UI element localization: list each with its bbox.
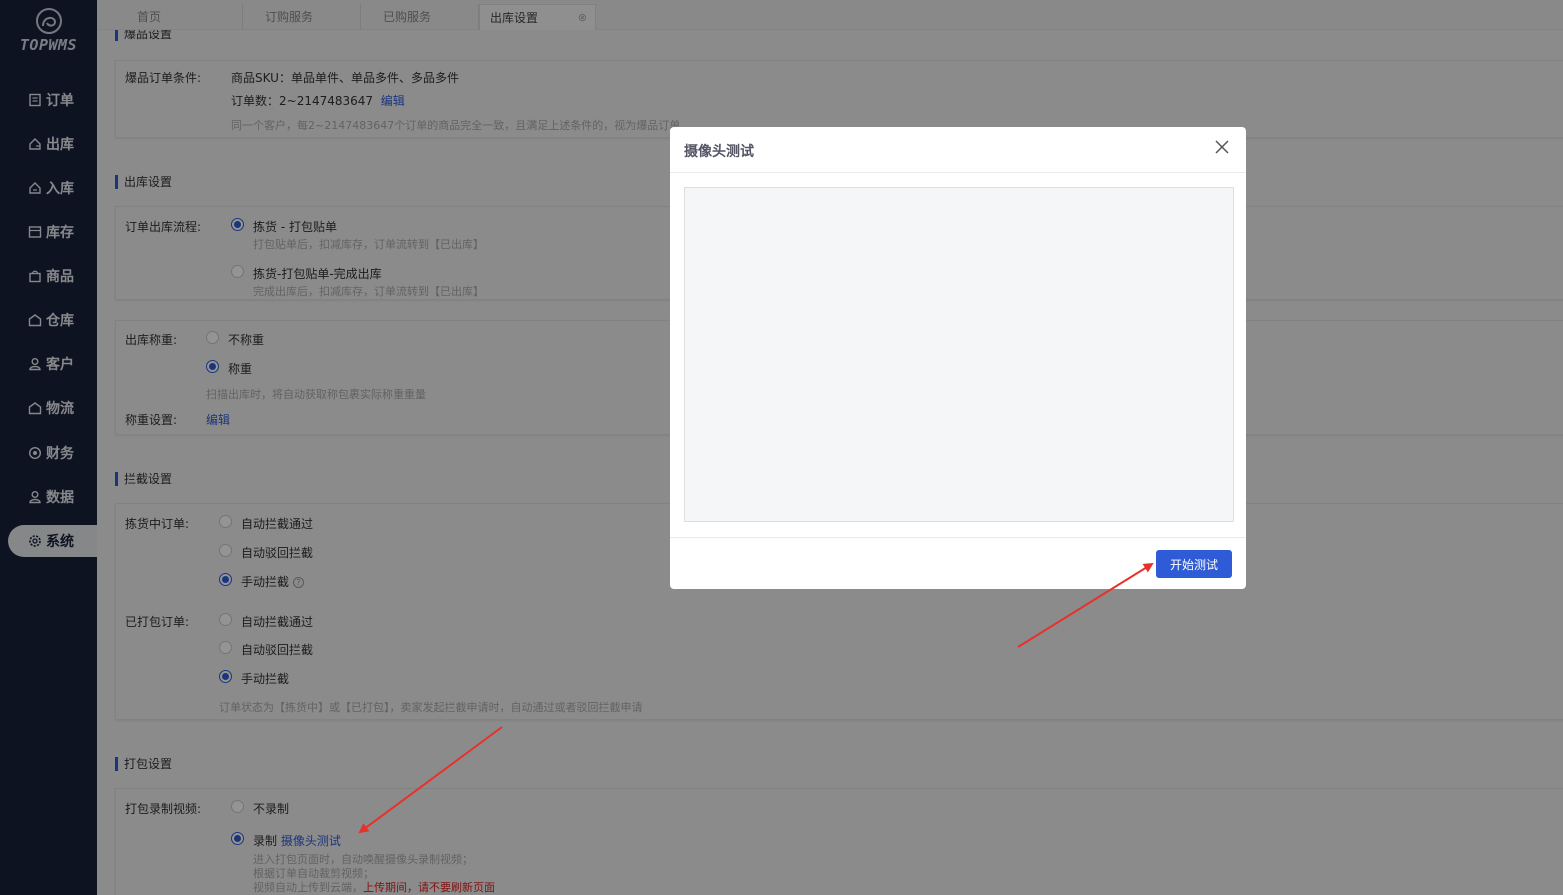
close-icon[interactable] xyxy=(1214,139,1230,155)
modal-title: 摄像头测试 xyxy=(684,144,754,160)
start-test-button[interactable]: 开始测试 xyxy=(1155,550,1232,578)
camera-test-modal: 摄像头测试 开始测试 xyxy=(670,127,1246,589)
modal-footer: 开始测试 xyxy=(670,537,1246,589)
camera-preview xyxy=(684,187,1234,522)
modal-header: 摄像头测试 xyxy=(670,127,1246,173)
